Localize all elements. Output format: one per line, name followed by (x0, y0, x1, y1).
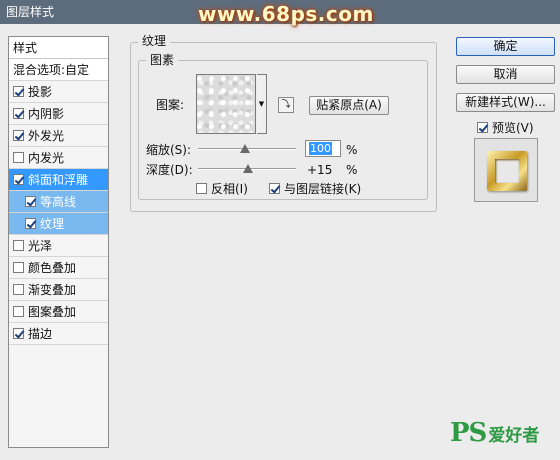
logo-ps: PS (450, 418, 487, 448)
style-item-label: 内发光 (28, 150, 65, 165)
pattern-group-title: 图素 (146, 53, 179, 67)
link-with-layer-checkbox[interactable] (269, 183, 280, 194)
style-item-label: 纹理 (40, 216, 65, 231)
scale-input[interactable]: 100 (305, 140, 341, 157)
style-item[interactable]: 斜面和浮雕 (9, 169, 108, 191)
logo-text: 爱好者 (488, 426, 540, 446)
style-item-label: 斜面和浮雕 (28, 172, 89, 187)
pattern-group (138, 60, 428, 200)
gold-frame-preview (487, 151, 527, 191)
depth-percent: % (346, 163, 358, 177)
style-item-label: 等高线 (40, 194, 77, 209)
style-item-label: 内阴影 (28, 106, 65, 121)
style-item-checkbox[interactable] (25, 196, 36, 207)
style-item-checkbox[interactable] (13, 130, 24, 141)
snap-origin-button[interactable]: 贴紧原点(A) (309, 96, 389, 115)
style-item-checkbox[interactable] (13, 306, 24, 317)
style-item-label: 渐变叠加 (28, 282, 77, 297)
style-item[interactable]: 描边 (9, 323, 108, 345)
invert-checkbox[interactable] (196, 183, 207, 194)
site-logo: PS 爱好者 (450, 418, 539, 448)
style-item[interactable]: 外发光 (9, 125, 108, 147)
styles-list: 样式 混合选项:自定 投影内阴影外发光内发光斜面和浮雕等高线纹理光泽颜色叠加渐变… (8, 36, 109, 448)
pattern-swatch[interactable] (196, 74, 256, 134)
style-item[interactable]: 内发光 (9, 147, 108, 169)
ok-button[interactable]: 确定 (456, 37, 555, 56)
preview-checkbox[interactable] (477, 122, 488, 133)
invert-checkbox-row[interactable]: 反相(I) (196, 180, 248, 197)
style-item[interactable]: 纹理 (9, 213, 108, 235)
style-item[interactable]: 颜色叠加 (9, 257, 108, 279)
style-item-label: 投影 (28, 84, 53, 99)
style-item-checkbox[interactable] (13, 86, 24, 97)
preview-label: 预览(V) (492, 121, 534, 135)
style-item-label: 光泽 (28, 238, 53, 253)
style-item-checkbox[interactable] (13, 328, 24, 339)
style-item[interactable]: 图案叠加 (9, 301, 108, 323)
link-with-layer-row[interactable]: 与图层链接(K) (269, 180, 361, 197)
depth-label: 深度(D): (146, 163, 193, 177)
new-preset-icon[interactable]: ⤵ (278, 97, 294, 113)
depth-slider-thumb[interactable] (242, 164, 253, 173)
pattern-label: 图案: (156, 98, 185, 112)
depth-value[interactable]: +15 (307, 163, 332, 177)
style-item-checkbox[interactable] (13, 262, 24, 273)
scale-percent: % (346, 143, 358, 157)
style-item-checkbox[interactable] (13, 174, 24, 185)
preview-checkbox-row[interactable]: 预览(V) (477, 119, 534, 136)
styles-header[interactable]: 样式 (9, 37, 108, 59)
style-item[interactable]: 投影 (9, 81, 108, 103)
style-preview-thumbnail (474, 138, 538, 202)
new-style-button[interactable]: 新建样式(W)... (456, 93, 555, 112)
style-item-label: 图案叠加 (28, 304, 77, 319)
cancel-button[interactable]: 取消 (456, 65, 555, 84)
style-item-checkbox[interactable] (25, 218, 36, 229)
scale-slider-thumb[interactable] (240, 144, 251, 153)
style-item[interactable]: 内阴影 (9, 103, 108, 125)
style-item[interactable]: 渐变叠加 (9, 279, 108, 301)
dialog-title: 图层样式 (6, 5, 55, 19)
style-item-checkbox[interactable] (13, 284, 24, 295)
watermark-text: www.68ps.com (198, 2, 374, 26)
style-item-label: 颜色叠加 (28, 260, 77, 275)
style-item[interactable]: 等高线 (9, 191, 108, 213)
texture-group-title: 纹理 (138, 34, 171, 48)
style-item-checkbox[interactable] (13, 108, 24, 119)
style-item-checkbox[interactable] (13, 240, 24, 251)
blend-options-label: 混合选项:自定 (13, 62, 90, 77)
style-item-label: 描边 (28, 326, 53, 341)
blend-options-item[interactable]: 混合选项:自定 (9, 59, 108, 81)
pattern-dropdown-arrow[interactable]: ▼ (257, 74, 267, 134)
style-item-label: 外发光 (28, 128, 65, 143)
style-item[interactable]: 光泽 (9, 235, 108, 257)
style-item-checkbox[interactable] (13, 152, 24, 163)
scale-label: 缩放(S): (146, 143, 192, 157)
invert-label: 反相(I) (211, 182, 248, 196)
scale-value: 100 (309, 142, 332, 155)
link-with-layer-label: 与图层链接(K) (284, 182, 362, 196)
